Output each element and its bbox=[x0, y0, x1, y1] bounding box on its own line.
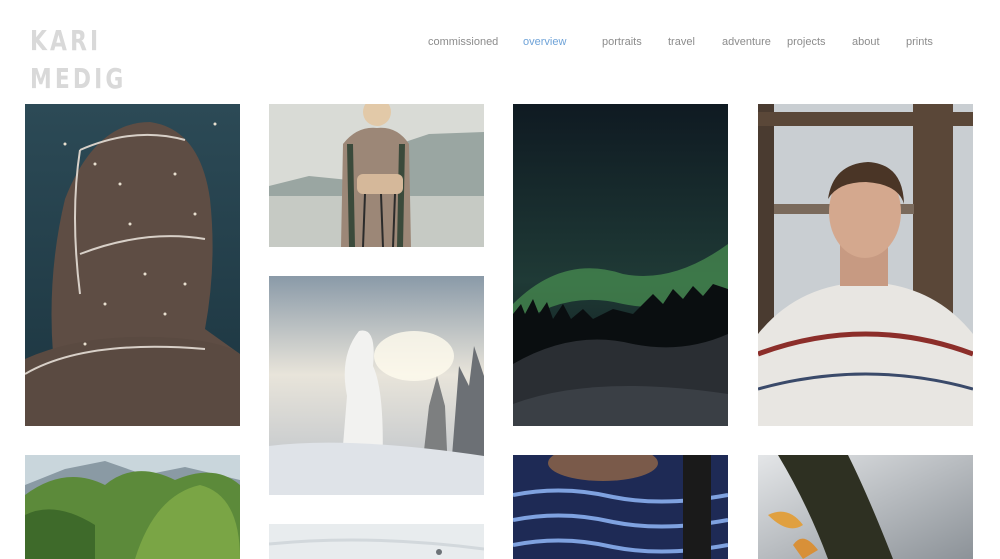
photo-woman-hiker[interactable] bbox=[269, 104, 484, 247]
nav-item-adventure[interactable]: adventure bbox=[722, 36, 771, 48]
main-navigation: commissioned overview portraits travel a… bbox=[0, 36, 1000, 52]
photo-fish-sky[interactable] bbox=[758, 455, 973, 559]
photo-northern-lights[interactable] bbox=[513, 104, 728, 426]
nav-item-projects[interactable]: projects bbox=[787, 36, 826, 48]
site-logo[interactable]: KARI MEDIG bbox=[30, 22, 126, 98]
photo-snowy-trees[interactable] bbox=[269, 276, 484, 495]
nav-item-prints[interactable]: prints bbox=[906, 36, 933, 48]
photo-blue-knit[interactable] bbox=[513, 455, 728, 559]
photo-hooded-figure[interactable] bbox=[25, 104, 240, 426]
nav-item-travel[interactable]: travel bbox=[668, 36, 695, 48]
nav-item-portraits[interactable]: portraits bbox=[602, 36, 642, 48]
nav-item-overview[interactable]: overview bbox=[523, 36, 566, 48]
nav-item-about[interactable]: about bbox=[852, 36, 880, 48]
photo-green-trees[interactable] bbox=[25, 455, 240, 559]
photo-snow-field[interactable] bbox=[269, 524, 484, 559]
nav-item-commissioned[interactable]: commissioned bbox=[428, 36, 498, 48]
photo-man-nordic-sweater[interactable] bbox=[758, 104, 973, 426]
logo-line-2: MEDIG bbox=[30, 62, 127, 95]
